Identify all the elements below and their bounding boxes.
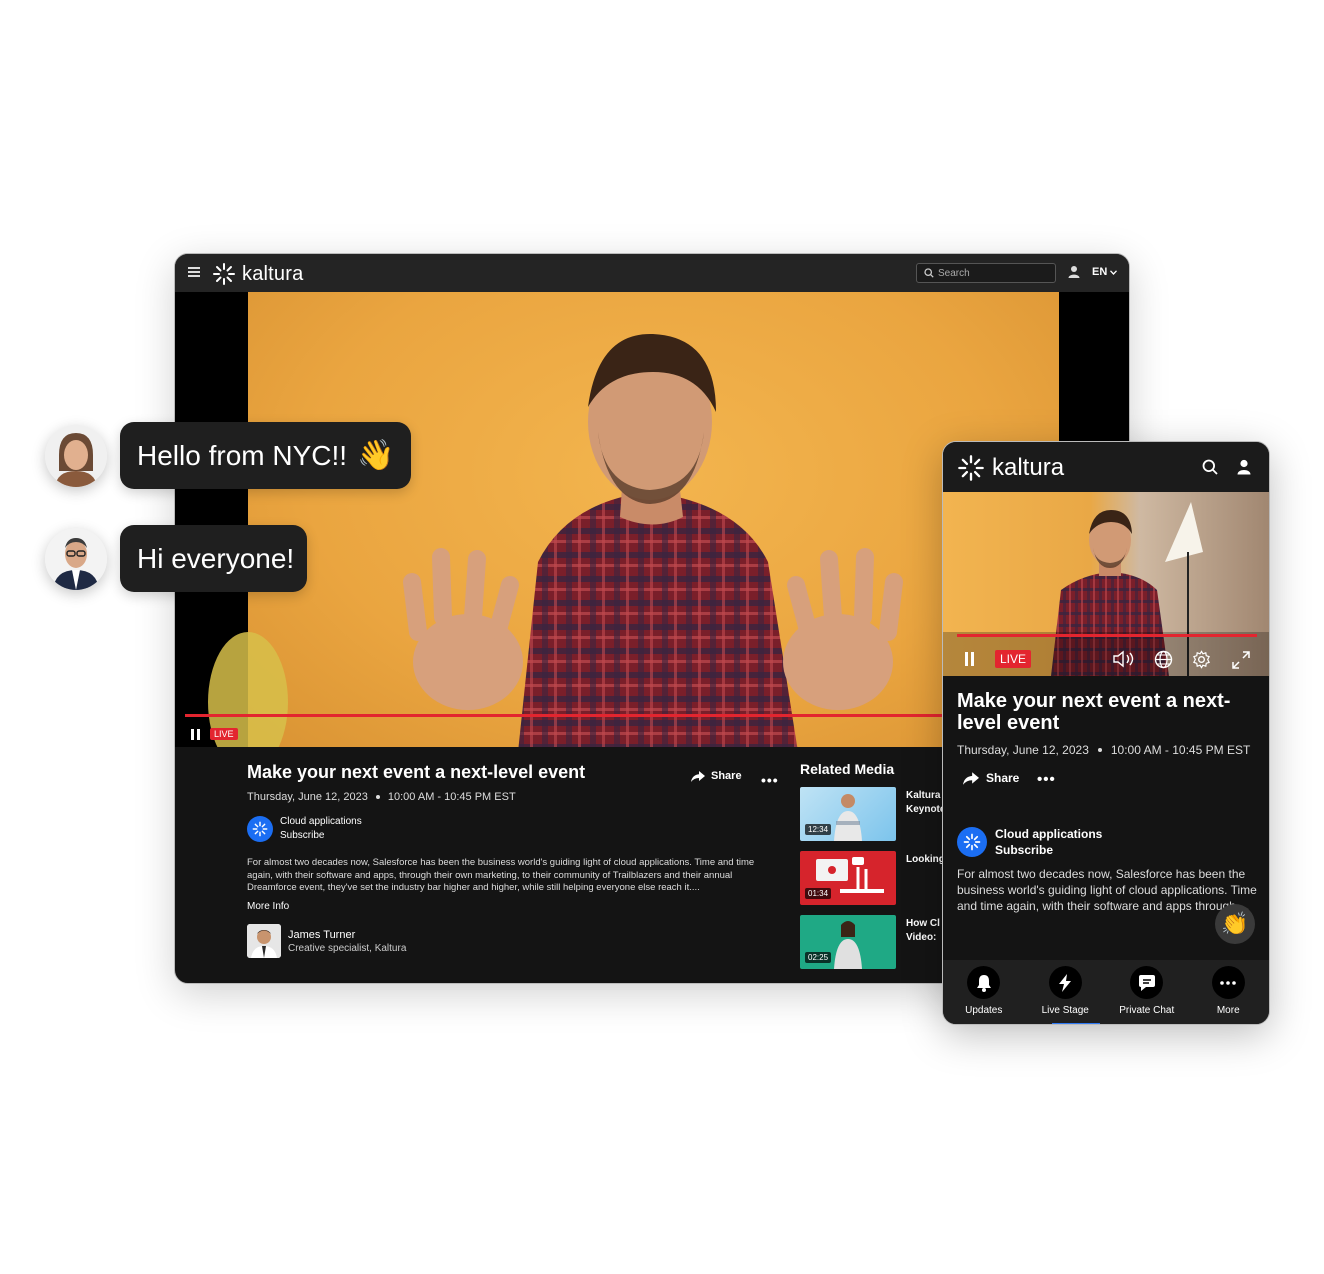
user-icon[interactable] xyxy=(1068,265,1080,279)
chat-message: Hi everyone! xyxy=(137,542,295,574)
channel-name: Cloud applications xyxy=(995,827,1103,841)
fullscreen-icon[interactable] xyxy=(1231,650,1251,670)
subscribe-link[interactable]: Subscribe xyxy=(995,842,1102,858)
event-datetime: Thursday, June 12, 2023 10:00 AM - 10:45… xyxy=(957,743,1250,757)
bottom-tab-bar: Updates Live Stage Private Chat More xyxy=(943,960,1270,1024)
player-controls xyxy=(943,644,1269,674)
channel-logo-icon xyxy=(247,816,273,842)
event-title: Make your next event a next-level event xyxy=(957,690,1231,734)
menu-icon[interactable] xyxy=(188,267,200,277)
kaltura-logo-icon xyxy=(213,263,235,285)
duration-badge: 12:34 xyxy=(805,824,832,835)
kaltura-logo-icon xyxy=(958,455,984,481)
chat-bubble: Hi everyone! xyxy=(120,525,307,592)
top-navigation-bar: kaltura EN xyxy=(175,254,1129,292)
logo-text: kaltura xyxy=(992,454,1065,481)
share-icon xyxy=(691,770,705,782)
kaltura-logo[interactable]: kaltura xyxy=(957,454,1064,482)
settings-gear-icon[interactable] xyxy=(1192,650,1211,669)
language-label: EN xyxy=(1092,266,1108,278)
author-name: James Turner xyxy=(288,929,356,941)
author-avatar xyxy=(247,923,281,958)
more-info-link[interactable]: More Info xyxy=(247,901,777,912)
more-options-button[interactable]: ••• xyxy=(761,772,779,788)
mobile-window: kaltura LIVE Make your next event a next… xyxy=(942,441,1270,1025)
tab-label: Updates xyxy=(965,1005,1003,1016)
share-button[interactable]: Share xyxy=(691,770,742,782)
event-date: Thursday, June 12, 2023 xyxy=(957,743,1089,757)
volume-icon[interactable] xyxy=(1113,650,1137,668)
event-date: Thursday, June 12, 2023 xyxy=(247,791,368,803)
pause-icon[interactable] xyxy=(191,728,200,740)
channel[interactable]: Cloud applications Subscribe xyxy=(247,815,777,843)
event-info: Make your next event a next-level event … xyxy=(247,762,777,958)
share-label: Share xyxy=(986,771,1020,785)
chat-icon xyxy=(1130,966,1164,999)
live-badge: LIVE xyxy=(210,728,238,740)
chat-bubble: Hello from NYC!! 👋 xyxy=(120,422,411,489)
chat-message: Hello from NYC!! xyxy=(137,439,348,471)
event-datetime: Thursday, June 12, 2023 10:00 AM - 10:45… xyxy=(247,791,777,803)
tab-live-stage[interactable]: Live Stage xyxy=(1025,960,1107,1024)
wave-icon: 👋 xyxy=(357,439,395,472)
related-thumbnail: 01:34 xyxy=(800,851,896,905)
channel-logo-icon xyxy=(957,827,987,857)
search-input[interactable] xyxy=(938,267,1048,279)
tab-private-chat[interactable]: Private Chat xyxy=(1106,960,1188,1024)
event-description: For almost two decades now, Salesforce h… xyxy=(247,857,755,893)
more-options-button[interactable]: ••• xyxy=(1037,771,1056,788)
tab-label: More xyxy=(1216,1005,1240,1016)
more-icon xyxy=(1211,966,1245,999)
search-icon[interactable] xyxy=(1202,459,1218,475)
related-thumbnail: 02:25 xyxy=(800,915,896,969)
video-player[interactable]: LIVE xyxy=(943,492,1269,676)
separator-dot xyxy=(1097,748,1102,752)
chevron-down-icon xyxy=(1110,269,1118,275)
event-description: For almost two decades now, Salesforce h… xyxy=(957,867,1257,913)
duration-badge: 02:25 xyxy=(805,952,832,963)
presenter-image xyxy=(403,333,903,747)
event-time: 10:00 AM - 10:45 PM EST xyxy=(1110,743,1251,757)
user-icon[interactable] xyxy=(1237,459,1251,475)
chat-avatar-woman xyxy=(45,425,107,487)
mobile-header: kaltura xyxy=(943,442,1269,492)
video-frame xyxy=(208,292,1059,747)
subscribe-link[interactable]: Subscribe xyxy=(280,829,362,843)
search-box[interactable] xyxy=(916,263,1056,283)
channel-name: Cloud applications xyxy=(280,816,362,827)
author[interactable]: James Turner Creative specialist, Kaltur… xyxy=(247,923,777,958)
related-thumbnail: 12:34 xyxy=(800,787,896,841)
player-controls: LIVE xyxy=(191,728,238,740)
author-role: Creative specialist, Kaltura xyxy=(288,943,407,954)
reaction-button[interactable]: 👏 xyxy=(1215,904,1255,944)
related-item-title: How Cl Video: T xyxy=(906,918,940,947)
globe-icon[interactable] xyxy=(1154,650,1173,669)
lightning-icon xyxy=(1048,966,1082,999)
tab-more[interactable]: More xyxy=(1188,960,1270,1024)
language-selector[interactable]: EN xyxy=(1092,266,1118,278)
separator-dot xyxy=(375,795,380,799)
share-button[interactable]: Share xyxy=(963,771,1019,785)
progress-bar[interactable] xyxy=(957,634,1257,637)
event-time: 10:00 AM - 10:45 PM EST xyxy=(387,791,516,803)
tab-updates[interactable]: Updates xyxy=(943,960,1025,1024)
channel[interactable]: Cloud applications Subscribe xyxy=(957,826,1102,858)
kaltura-logo[interactable]: kaltura xyxy=(212,262,303,286)
logo-text: kaltura xyxy=(242,262,304,285)
search-icon xyxy=(924,268,934,278)
tab-label: Private Chat xyxy=(1119,1005,1175,1016)
live-badge: LIVE xyxy=(995,650,1032,668)
bell-icon xyxy=(967,966,1001,999)
active-tab-indicator xyxy=(1051,1023,1100,1024)
duration-badge: 01:34 xyxy=(805,888,832,899)
share-label: Share xyxy=(711,770,742,782)
chat-avatar-man xyxy=(45,528,107,590)
pause-icon[interactable] xyxy=(965,652,974,666)
share-icon xyxy=(963,771,979,785)
tab-label: Live Stage xyxy=(1041,1005,1089,1016)
